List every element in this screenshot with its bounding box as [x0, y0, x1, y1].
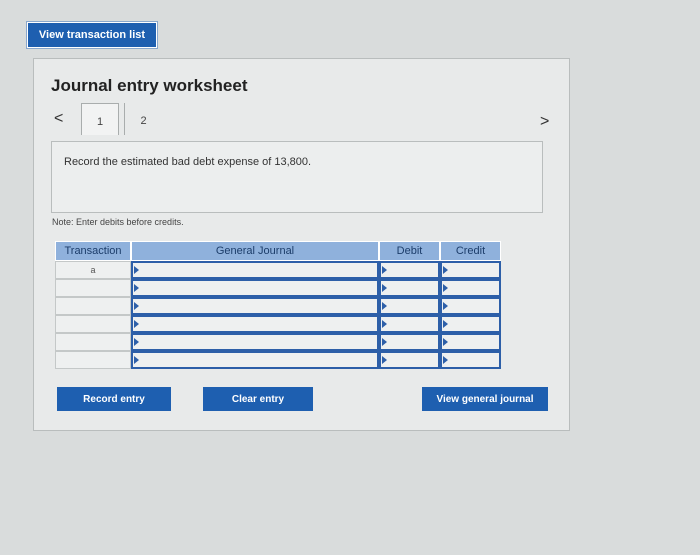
credit-input[interactable]	[440, 351, 501, 369]
table-row-transaction	[55, 351, 131, 369]
instruction-box: Record the estimated bad debt expense of…	[51, 141, 543, 213]
note-text: Note: Enter debits before credits.	[52, 217, 184, 227]
credit-input[interactable]	[440, 315, 501, 333]
dropdown-triangle-icon	[134, 284, 139, 292]
dropdown-triangle-icon	[134, 356, 139, 364]
credit-input[interactable]	[440, 297, 501, 315]
journal-entry-worksheet: Journal entry worksheet < 1 2 > Record t…	[33, 58, 570, 431]
general-journal-input[interactable]	[131, 261, 379, 279]
dropdown-triangle-icon	[443, 302, 448, 310]
dropdown-triangle-icon	[382, 338, 387, 346]
table-row-transaction: a	[55, 261, 131, 279]
view-general-journal-button[interactable]: View general journal	[422, 387, 548, 411]
worksheet-title: Journal entry worksheet	[51, 76, 248, 95]
debit-input[interactable]	[379, 333, 440, 351]
general-journal-input[interactable]	[131, 315, 379, 333]
clear-entry-button[interactable]: Clear entry	[203, 387, 313, 411]
general-journal-input[interactable]	[131, 297, 379, 315]
dropdown-triangle-icon	[443, 320, 448, 328]
dropdown-triangle-icon	[382, 302, 387, 310]
debit-input[interactable]	[379, 279, 440, 297]
dropdown-triangle-icon	[382, 320, 387, 328]
debit-input[interactable]	[379, 315, 440, 333]
tab-1[interactable]: 1	[81, 103, 119, 135]
next-arrow-icon[interactable]: >	[540, 113, 549, 131]
table-row-transaction	[55, 315, 131, 333]
instruction-text: Record the estimated bad debt expense of…	[64, 156, 312, 168]
table-row-transaction	[55, 297, 131, 315]
dropdown-triangle-icon	[134, 302, 139, 310]
view-transaction-list-button[interactable]: View transaction list	[26, 21, 158, 49]
general-journal-input[interactable]	[131, 279, 379, 297]
dropdown-triangle-icon	[443, 284, 448, 292]
dropdown-triangle-icon	[382, 356, 387, 364]
dropdown-triangle-icon	[443, 338, 448, 346]
table-row-transaction	[55, 279, 131, 297]
header-debit: Debit	[379, 241, 440, 261]
general-journal-input[interactable]	[131, 351, 379, 369]
dropdown-triangle-icon	[134, 320, 139, 328]
debit-input[interactable]	[379, 351, 440, 369]
tab-2[interactable]: 2	[124, 103, 162, 135]
header-general-journal: General Journal	[131, 241, 379, 261]
previous-arrow-icon[interactable]: <	[54, 110, 63, 128]
header-credit: Credit	[440, 241, 501, 261]
record-entry-button[interactable]: Record entry	[57, 387, 171, 411]
general-journal-input[interactable]	[131, 333, 379, 351]
header-transaction: Transaction	[55, 241, 131, 261]
credit-input[interactable]	[440, 261, 501, 279]
debit-input[interactable]	[379, 297, 440, 315]
credit-input[interactable]	[440, 333, 501, 351]
dropdown-triangle-icon	[443, 266, 448, 274]
table-row-transaction	[55, 333, 131, 351]
dropdown-triangle-icon	[134, 266, 139, 274]
credit-input[interactable]	[440, 279, 501, 297]
dropdown-triangle-icon	[382, 266, 387, 274]
dropdown-triangle-icon	[443, 356, 448, 364]
dropdown-triangle-icon	[382, 284, 387, 292]
dropdown-triangle-icon	[134, 338, 139, 346]
debit-input[interactable]	[379, 261, 440, 279]
